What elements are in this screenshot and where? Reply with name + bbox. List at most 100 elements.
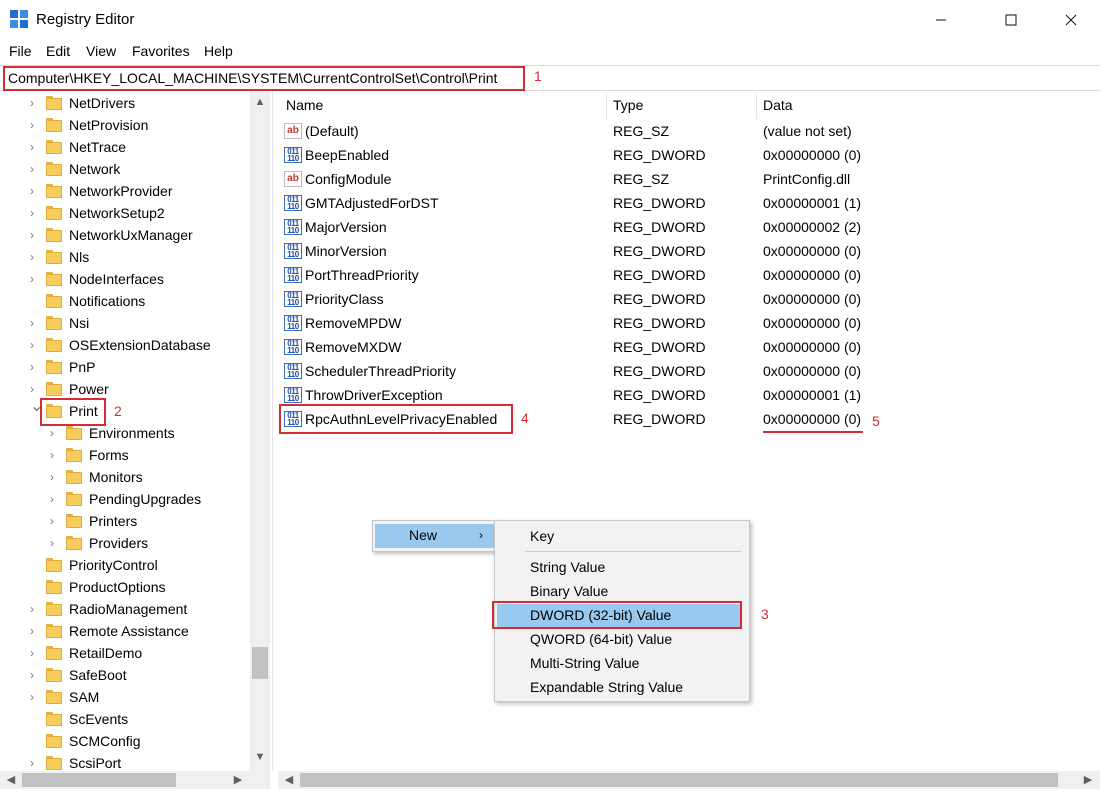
- tree-item[interactable]: › NetTrace: [0, 136, 250, 158]
- value-row[interactable]: 011 110 SchedulerThreadPriority REG_DWORD 0x…: [278, 359, 1078, 383]
- tree-item[interactable]: › SAM: [0, 686, 250, 708]
- scroll-up-icon[interactable]: ▲: [252, 94, 268, 110]
- submenu-key[interactable]: Key: [495, 525, 745, 549]
- value-row[interactable]: 011 110 BeepEnabled REG_DWORD 0x00000000 (0): [278, 143, 1078, 167]
- value-row[interactable]: ab (Default) REG_SZ (value not set): [278, 119, 1078, 143]
- scroll-right-icon[interactable]: ▶: [230, 772, 246, 788]
- tree-item[interactable]: ⌄ Print: [0, 399, 250, 422]
- tree-item[interactable]: › Nsi: [0, 312, 250, 334]
- menu-help[interactable]: Help: [204, 43, 233, 59]
- submenu-multi-string-value[interactable]: Multi-String Value: [495, 652, 745, 676]
- chevron-right-icon[interactable]: ›: [30, 205, 40, 221]
- chevron-right-icon[interactable]: ›: [30, 117, 40, 133]
- tree-item[interactable]: › Environments: [0, 422, 250, 444]
- tree-item[interactable]: › Network: [0, 158, 250, 180]
- tree-item[interactable]: › NodeInterfaces: [0, 268, 250, 290]
- menu-edit[interactable]: Edit: [46, 43, 70, 59]
- value-row[interactable]: 011 110 MinorVersion REG_DWORD 0x00000000 (0…: [278, 239, 1078, 263]
- tree-item[interactable]: ProductOptions: [0, 576, 250, 598]
- chevron-right-icon[interactable]: ›: [50, 425, 60, 441]
- chevron-right-icon[interactable]: ›: [30, 95, 40, 111]
- chevron-right-icon[interactable]: ›: [30, 183, 40, 199]
- tree-horizontal-scrollbar[interactable]: ◀ ▶: [0, 771, 270, 789]
- chevron-right-icon[interactable]: ›: [30, 315, 40, 331]
- tree-scroll-thumb[interactable]: [252, 647, 268, 679]
- value-row[interactable]: ab ConfigModule REG_SZ PrintConfig.dll: [278, 167, 1078, 191]
- menu-favorites[interactable]: Favorites: [132, 43, 190, 59]
- scroll-left-icon[interactable]: ◀: [281, 772, 297, 788]
- tree-item[interactable]: › OSExtensionDatabase: [0, 334, 250, 356]
- tree-item[interactable]: PriorityControl: [0, 554, 250, 576]
- chevron-right-icon[interactable]: ›: [50, 447, 60, 463]
- tree-item[interactable]: Notifications: [0, 290, 250, 312]
- chevron-right-icon[interactable]: ›: [30, 249, 40, 265]
- tree-item[interactable]: › NetworkUxManager: [0, 224, 250, 246]
- list-horizontal-scrollbar[interactable]: ◀ ▶: [278, 771, 1100, 789]
- menu-view[interactable]: View: [86, 43, 116, 59]
- chevron-right-icon[interactable]: ›: [50, 469, 60, 485]
- value-row[interactable]: 011 110 GMTAdjustedForDST REG_DWORD 0x000000…: [278, 191, 1078, 215]
- chevron-right-icon[interactable]: ›: [30, 359, 40, 375]
- chevron-right-icon[interactable]: ›: [50, 513, 60, 529]
- key-tree[interactable]: › NetDrivers › NetProvision › NetTrace › Networ…: [0, 91, 273, 771]
- tree-item[interactable]: SCMConfig: [0, 730, 250, 752]
- column-data-header[interactable]: Data: [763, 97, 793, 113]
- chevron-right-icon[interactable]: ›: [30, 227, 40, 243]
- chevron-right-icon[interactable]: ›: [50, 535, 60, 551]
- context-menu-new[interactable]: New ›: [375, 524, 495, 548]
- submenu-expandable-string-value[interactable]: Expandable String Value: [495, 676, 745, 700]
- scroll-right-icon[interactable]: ▶: [1080, 772, 1096, 788]
- value-row[interactable]: 011 110 RemoveMXDW REG_DWORD 0x00000000 (0): [278, 335, 1078, 359]
- tree-item[interactable]: › NetworkProvider: [0, 180, 250, 202]
- tree-item[interactable]: › Nls: [0, 246, 250, 268]
- tree-item[interactable]: › Printers: [0, 510, 250, 532]
- tree-item[interactable]: › Forms: [0, 444, 250, 466]
- tree-item[interactable]: › SafeBoot: [0, 664, 250, 686]
- chevron-right-icon[interactable]: ›: [30, 667, 40, 683]
- tree-item[interactable]: › Monitors: [0, 466, 250, 488]
- tree-item[interactable]: › Providers: [0, 532, 250, 554]
- tree-item[interactable]: ScEvents: [0, 708, 250, 730]
- submenu-qword-value[interactable]: QWORD (64-bit) Value: [495, 628, 745, 652]
- scroll-down-icon[interactable]: ▼: [252, 749, 268, 765]
- tree-item[interactable]: › NetProvision: [0, 114, 250, 136]
- chevron-right-icon[interactable]: ›: [30, 645, 40, 661]
- chevron-right-icon[interactable]: ›: [30, 689, 40, 705]
- list-hscroll-thumb[interactable]: [300, 773, 1058, 787]
- tree-item[interactable]: › RetailDemo: [0, 642, 250, 664]
- column-separator[interactable]: [756, 93, 757, 119]
- tree-item[interactable]: › PnP: [0, 356, 250, 378]
- column-type-header[interactable]: Type: [613, 97, 643, 113]
- tree-item[interactable]: › NetworkSetup2: [0, 202, 250, 224]
- tree-item[interactable]: › NetDrivers: [0, 92, 250, 114]
- value-row[interactable]: 011 110 PriorityClass REG_DWORD 0x00000000 (…: [278, 287, 1078, 311]
- column-name-header[interactable]: Name: [286, 97, 323, 113]
- tree-item[interactable]: › ScsiPort: [0, 752, 250, 771]
- chevron-right-icon[interactable]: ›: [50, 491, 60, 507]
- minimize-button[interactable]: [918, 0, 964, 40]
- chevron-right-icon[interactable]: ›: [30, 139, 40, 155]
- chevron-right-icon[interactable]: ›: [30, 271, 40, 287]
- scroll-left-icon[interactable]: ◀: [3, 772, 19, 788]
- chevron-right-icon[interactable]: ›: [30, 337, 40, 353]
- chevron-right-icon[interactable]: ›: [30, 161, 40, 177]
- tree-item[interactable]: › Power: [0, 378, 250, 400]
- chevron-right-icon[interactable]: ›: [30, 601, 40, 617]
- tree-vertical-scrollbar[interactable]: ▲ ▼: [250, 91, 270, 771]
- chevron-right-icon[interactable]: ›: [30, 623, 40, 639]
- tree-item[interactable]: › RadioManagement: [0, 598, 250, 620]
- chevron-down-icon[interactable]: ⌄: [30, 399, 43, 415]
- column-separator[interactable]: [606, 93, 607, 119]
- value-row[interactable]: 011 110 RemoveMPDW REG_DWORD 0x00000000 (0): [278, 311, 1078, 335]
- tree-hscroll-thumb[interactable]: [22, 773, 176, 787]
- value-row[interactable]: 011 110 MajorVersion REG_DWORD 0x00000002 (2…: [278, 215, 1078, 239]
- close-button[interactable]: [1048, 0, 1094, 40]
- chevron-right-icon[interactable]: ›: [30, 755, 40, 771]
- tree-item[interactable]: › Remote Assistance: [0, 620, 250, 642]
- submenu-string-value[interactable]: String Value: [495, 556, 745, 580]
- value-row[interactable]: 011 110 PortThreadPriority REG_DWORD 0x00000…: [278, 263, 1078, 287]
- chevron-right-icon[interactable]: ›: [30, 381, 40, 397]
- maximize-button[interactable]: [988, 0, 1034, 40]
- menu-file[interactable]: File: [9, 43, 32, 59]
- tree-item[interactable]: › PendingUpgrades: [0, 488, 250, 510]
